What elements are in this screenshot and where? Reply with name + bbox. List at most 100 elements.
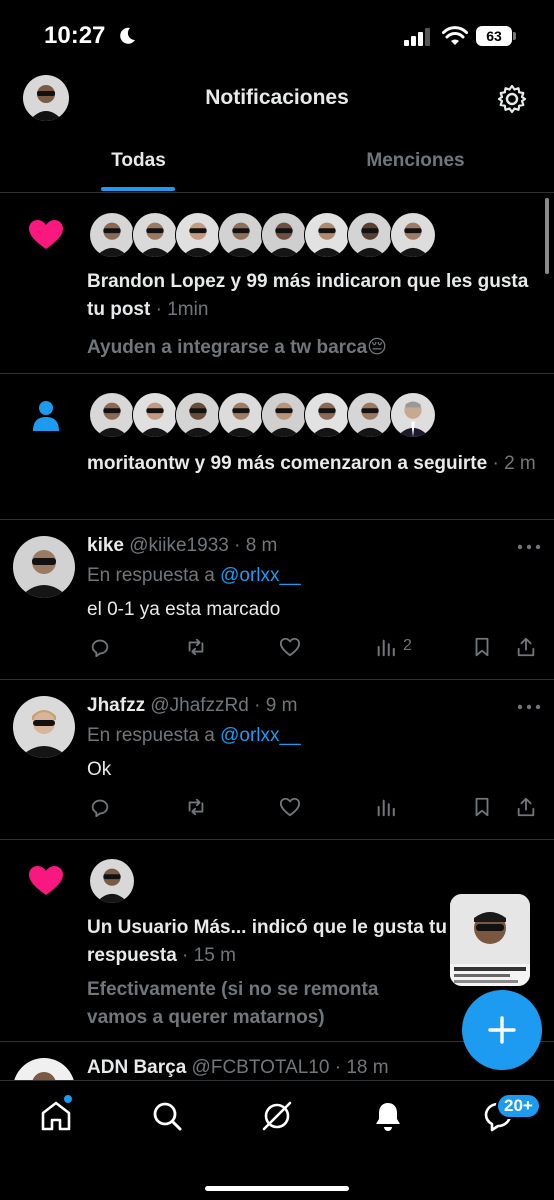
heart-outline-icon bbox=[279, 637, 301, 657]
reply-text: el 0-1 ya esta marcado bbox=[87, 599, 281, 620]
like-button[interactable] bbox=[279, 636, 301, 662]
avatar[interactable] bbox=[13, 536, 75, 598]
notification-time: · 15 m bbox=[176, 945, 236, 966]
avatar[interactable] bbox=[218, 392, 264, 438]
notification-reply[interactable]: kike @kiike1933 · 8 m En respuesta a @or… bbox=[0, 520, 554, 680]
tabs: Todas Menciones bbox=[0, 130, 554, 193]
share-button[interactable] bbox=[515, 796, 537, 822]
more-options-icon[interactable] bbox=[517, 544, 541, 550]
share-icon bbox=[517, 637, 535, 657]
author-handle: @FCBTOTAL10 · 18 m bbox=[186, 1057, 389, 1078]
avatar[interactable] bbox=[89, 212, 135, 258]
tab-indicator bbox=[101, 187, 175, 191]
person-icon bbox=[33, 401, 59, 431]
messages-badge: 20+ bbox=[496, 1093, 541, 1119]
repost-icon bbox=[188, 638, 204, 656]
avatar[interactable] bbox=[390, 212, 436, 258]
signal-icon bbox=[404, 28, 430, 46]
wifi-icon bbox=[442, 26, 468, 45]
bookmark-icon bbox=[475, 637, 489, 657]
reply-prefix: En respuesta a bbox=[87, 725, 221, 746]
heart-icon bbox=[29, 220, 63, 249]
notification-time: · 1min bbox=[150, 299, 209, 320]
liker-avatars[interactable] bbox=[89, 858, 139, 904]
plus-icon bbox=[488, 1016, 516, 1044]
reply-prefix: En respuesta a bbox=[87, 565, 221, 586]
settings-gear-icon[interactable] bbox=[496, 83, 528, 115]
reply-context: En respuesta a @orlxx__ bbox=[87, 722, 301, 750]
avatar[interactable] bbox=[218, 212, 264, 258]
avatar[interactable] bbox=[347, 212, 393, 258]
notification-follow[interactable]: moritaontw y 99 más comenzaron a seguirt… bbox=[0, 374, 554, 520]
like-button[interactable] bbox=[279, 796, 301, 822]
author-name[interactable]: kike bbox=[87, 535, 124, 556]
home-icon[interactable] bbox=[39, 1099, 73, 1133]
action-bar: 2 bbox=[87, 636, 537, 662]
author-name[interactable]: Jhafzz bbox=[87, 695, 145, 716]
video-mini-player[interactable] bbox=[450, 894, 530, 986]
compose-button[interactable] bbox=[462, 990, 542, 1070]
views-button[interactable]: 2 bbox=[375, 636, 425, 662]
liker-avatars[interactable] bbox=[89, 212, 439, 258]
status-time: 10:27 bbox=[44, 22, 106, 49]
reply-header: kike @kiike1933 · 8 m bbox=[87, 532, 507, 560]
repost-button[interactable] bbox=[185, 636, 207, 662]
home-unread-dot bbox=[64, 1095, 72, 1103]
search-icon[interactable] bbox=[150, 1099, 184, 1133]
reply-icon bbox=[91, 639, 109, 658]
mention-link[interactable]: @orlxx__ bbox=[220, 565, 301, 586]
page-title: Notificaciones bbox=[205, 86, 349, 109]
tab-todas[interactable]: Todas bbox=[0, 130, 277, 192]
avatar[interactable] bbox=[89, 392, 135, 438]
avatar[interactable] bbox=[175, 392, 221, 438]
battery-level: 63 bbox=[476, 26, 512, 46]
avatar[interactable] bbox=[261, 212, 307, 258]
tab-menciones[interactable]: Menciones bbox=[277, 130, 554, 192]
avatar[interactable] bbox=[347, 392, 393, 438]
moon-icon bbox=[120, 27, 135, 44]
bookmark-icon bbox=[475, 797, 489, 817]
avatar[interactable] bbox=[261, 392, 307, 438]
avatar[interactable] bbox=[175, 212, 221, 258]
reply-header: ADN Barça @FCBTOTAL10 · 18 m bbox=[87, 1054, 507, 1080]
heart-outline-icon bbox=[279, 797, 301, 817]
avatar[interactable] bbox=[390, 392, 436, 438]
avatar[interactable] bbox=[304, 392, 350, 438]
notifications-bell-icon[interactable] bbox=[371, 1099, 405, 1133]
notification-text: Un Usuario Más... indicó que le gusta tu… bbox=[87, 914, 447, 970]
notification-message: Un Usuario Más... indicó que le gusta tu… bbox=[87, 917, 447, 966]
action-bar bbox=[87, 796, 537, 822]
notification-time: · 2 m bbox=[487, 453, 536, 474]
reply-button[interactable] bbox=[89, 636, 111, 662]
avatar[interactable] bbox=[132, 212, 178, 258]
reply-button[interactable] bbox=[89, 796, 111, 822]
share-button[interactable] bbox=[515, 636, 537, 662]
avatar[interactable] bbox=[13, 1058, 75, 1080]
bookmark-button[interactable] bbox=[471, 636, 493, 662]
notification-post-preview: Efectivamente (si no se remonta vamos a … bbox=[87, 979, 379, 1028]
notification-reply[interactable]: Jhafzz @JhafzzRd · 9 m En respuesta a @o… bbox=[0, 680, 554, 840]
notification-message: moritaontw y 99 más comenzaron a seguirt… bbox=[87, 453, 488, 474]
share-icon bbox=[517, 797, 535, 817]
battery-icon: 63 bbox=[476, 26, 516, 46]
repost-button[interactable] bbox=[185, 796, 207, 822]
follower-avatars[interactable] bbox=[89, 392, 439, 438]
reply-text: Ok bbox=[87, 759, 112, 780]
reply-icon bbox=[91, 799, 109, 818]
author-handle: @JhafzzRd · 9 m bbox=[145, 695, 298, 716]
avatar[interactable] bbox=[89, 858, 135, 904]
avatar[interactable] bbox=[13, 696, 75, 758]
more-options-icon[interactable] bbox=[517, 704, 541, 710]
notification-like[interactable]: Brandon Lopez y 99 más indicaron que les… bbox=[0, 194, 554, 374]
avatar[interactable] bbox=[132, 392, 178, 438]
notification-post-preview: Ayuden a integrarse a tw barca😔 bbox=[87, 337, 387, 358]
home-indicator bbox=[205, 1186, 349, 1191]
avatar[interactable] bbox=[304, 212, 350, 258]
views-button[interactable] bbox=[375, 796, 397, 822]
author-name[interactable]: ADN Barça bbox=[87, 1057, 186, 1078]
reply-header: Jhafzz @JhafzzRd · 9 m bbox=[87, 692, 507, 720]
grok-icon[interactable] bbox=[260, 1099, 294, 1133]
bookmark-button[interactable] bbox=[471, 796, 493, 822]
status-bar: 10:27 63 bbox=[0, 0, 554, 70]
mention-link[interactable]: @orlxx__ bbox=[220, 725, 301, 746]
